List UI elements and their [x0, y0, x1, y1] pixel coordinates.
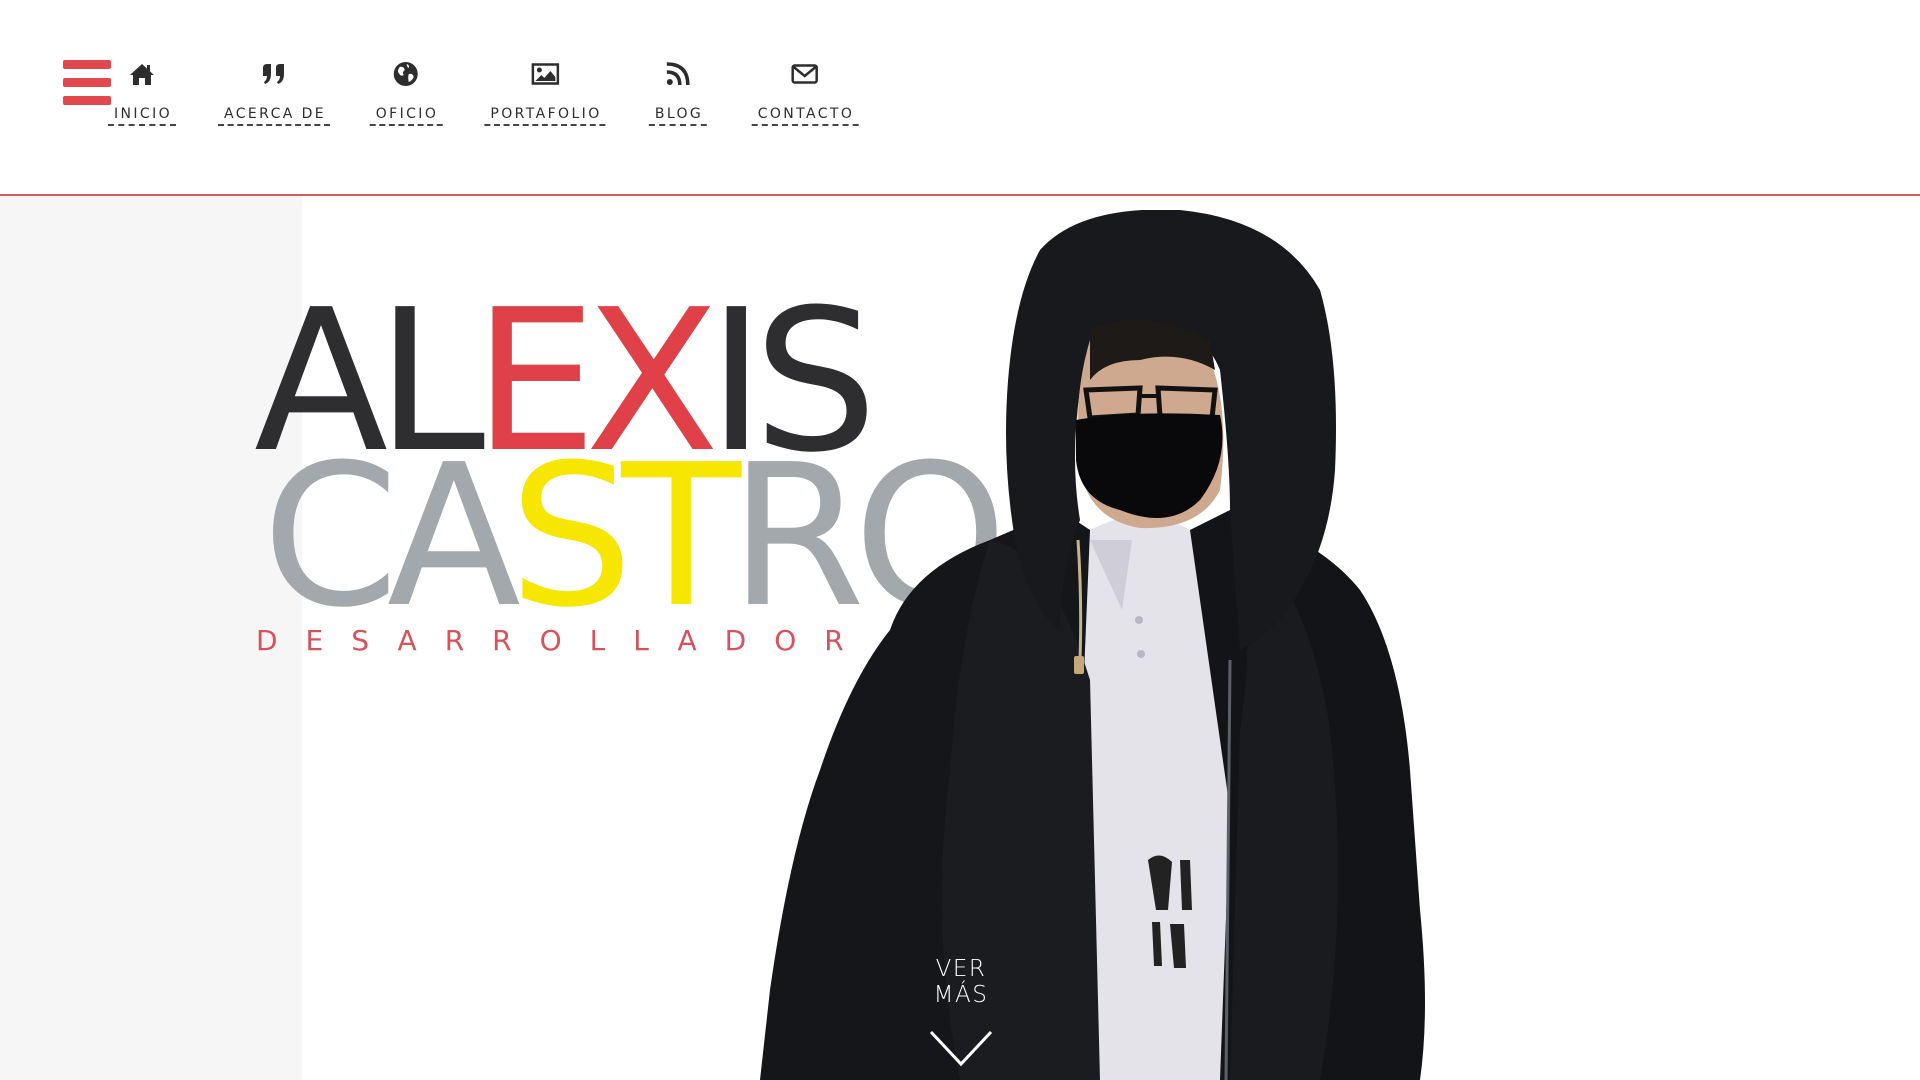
globe-icon	[394, 62, 418, 86]
nav-label-blog: BLOG	[648, 106, 708, 126]
envelope-icon	[791, 64, 819, 84]
ver-mas-button[interactable]: VER MÁS	[906, 956, 1016, 1068]
nav-item-contacto[interactable]: CONTACTO	[751, 60, 859, 126]
nav-item-portafolio[interactable]: PORTAFOLIO	[484, 60, 606, 126]
nav-item-inicio[interactable]: INICIO	[107, 60, 177, 126]
hero-section: ALEXIS CASTRO DESARROLLADOR VER MÁS	[0, 196, 1920, 1080]
nav-label-oficio: OFICIO	[369, 106, 443, 126]
rss-icon	[666, 62, 690, 86]
nav-label-portafolio: PORTAFOLIO	[484, 106, 606, 126]
nav-item-oficio[interactable]: OFICIO	[369, 60, 443, 126]
last-name-part-1: CA	[262, 423, 521, 651]
chevron-down-icon	[929, 1030, 993, 1067]
nav-item-acerca-de[interactable]: ACERCA DE	[217, 60, 331, 126]
page: INICIO ACERCA DE OFICIO PORTAFOLIO BLOG …	[0, 0, 1920, 1080]
ver-mas-label: VER MÁS	[933, 956, 989, 1008]
nav-label-acerca-de: ACERCA DE	[217, 106, 331, 126]
home-icon	[130, 64, 154, 85]
site-header: INICIO ACERCA DE OFICIO PORTAFOLIO BLOG …	[0, 0, 1920, 196]
nav-label-inicio: INICIO	[107, 106, 177, 126]
quote-icon	[262, 64, 284, 84]
profile-photo	[760, 210, 1440, 1080]
last-name-part-2: ST	[508, 423, 741, 651]
image-icon	[531, 63, 559, 85]
nav-item-blog[interactable]: BLOG	[648, 60, 708, 126]
hamburger-menu-icon[interactable]	[63, 60, 111, 106]
nav-label-contacto: CONTACTO	[751, 106, 859, 126]
